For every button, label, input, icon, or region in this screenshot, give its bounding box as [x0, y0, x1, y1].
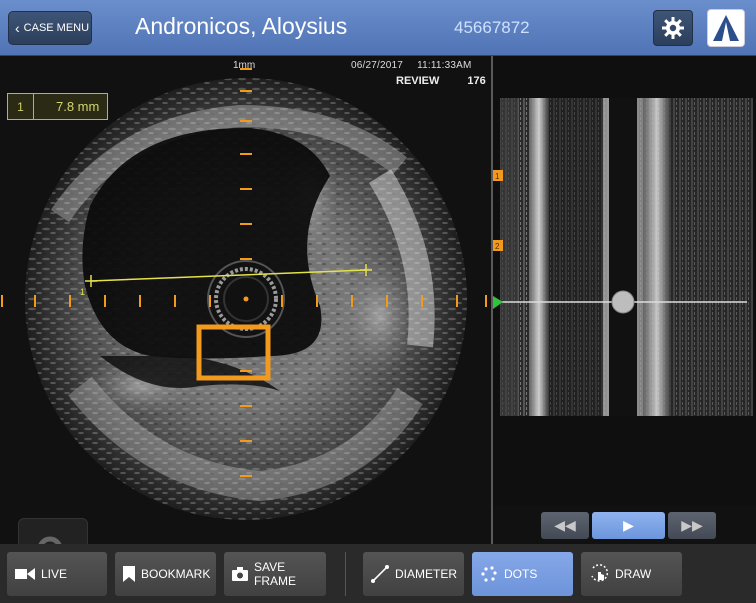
- video-camera-icon: [15, 567, 35, 581]
- case-menu-label: CASE MENU: [23, 22, 90, 34]
- bottom-toolbar: LIVE BOOKMARK SAVE FRAME DIAMETER DOTS D…: [0, 544, 756, 603]
- settings-button[interactable]: [653, 10, 693, 46]
- acquisition-date: 06/27/2017: [351, 60, 404, 71]
- bookmark-marker-1[interactable]: 1: [493, 170, 503, 181]
- chevron-left-icon: ‹: [15, 20, 20, 36]
- patient-id: 45667872: [454, 18, 530, 37]
- frame-slider-handle[interactable]: [611, 290, 635, 314]
- bookmark-button[interactable]: BOOKMARK: [114, 551, 217, 597]
- bookmark-label: BOOKMARK: [141, 567, 211, 581]
- brand-logo-icon: [713, 15, 739, 41]
- draw-button[interactable]: DRAW: [580, 551, 683, 597]
- ivus-image[interactable]: 1: [0, 56, 491, 544]
- mode-readout: REVIEW 176: [396, 75, 486, 87]
- diameter-button[interactable]: DIAMETER: [362, 551, 465, 597]
- dots-button[interactable]: DOTS: [471, 551, 574, 597]
- toolbar-separator: [345, 552, 346, 596]
- dots-label: DOTS: [504, 567, 538, 581]
- gear-icon: [662, 17, 684, 39]
- svg-text:2: 2: [495, 242, 500, 251]
- diameter-label: DIAMETER: [395, 567, 458, 581]
- playback-controls: ◀◀ ▶ ▶▶: [493, 506, 756, 544]
- draw-label: DRAW: [615, 567, 652, 581]
- longitudinal-image[interactable]: 1 2: [493, 56, 756, 506]
- scale-label: 1mm: [233, 60, 256, 71]
- diameter-line-icon: [371, 565, 389, 583]
- bookmark-icon: [123, 566, 135, 582]
- zoom-button[interactable]: [18, 518, 88, 544]
- brand-logo-button[interactable]: [707, 9, 745, 47]
- mode-label: REVIEW: [396, 75, 440, 87]
- frame-number: 176: [467, 75, 486, 87]
- ivus-cross-section-pane[interactable]: 1 1mm 06/27/2017 11:11:33AM REVIEW 176 1 7…: [0, 56, 491, 544]
- measurement-readout[interactable]: 1 7.8 mm: [7, 93, 108, 120]
- case-menu-button[interactable]: ‹ CASE MENU: [8, 11, 92, 45]
- save-frame-button[interactable]: SAVE FRAME: [223, 551, 327, 597]
- draw-hand-icon: [589, 564, 609, 584]
- diameter-endpoint-label: 1: [80, 287, 85, 297]
- acquisition-time: 11:11:33AM: [417, 60, 472, 71]
- app-header: ‹ CASE MENU Andronicos, Aloysius 4566787…: [0, 0, 756, 56]
- rewind-icon: ◀◀: [554, 517, 576, 533]
- bookmark-marker-2[interactable]: 2: [493, 240, 503, 251]
- svg-text:1: 1: [495, 172, 500, 181]
- datetime-readout: 06/27/2017 11:11:33AM: [351, 60, 472, 71]
- fast-forward-button[interactable]: ▶▶: [668, 512, 716, 539]
- play-icon: ▶: [623, 517, 634, 533]
- live-label: LIVE: [41, 567, 68, 581]
- patient-name: Andronicos, Aloysius: [135, 13, 348, 39]
- camera-icon: [232, 567, 248, 581]
- measurement-value: 7.8 mm: [56, 99, 100, 114]
- rewind-button[interactable]: ◀◀: [541, 512, 589, 539]
- measurement-index: 1: [8, 94, 34, 119]
- magnifier-icon: [38, 536, 62, 544]
- save-frame-label: SAVE FRAME: [254, 560, 296, 588]
- fast-forward-icon: ▶▶: [681, 517, 703, 533]
- play-button[interactable]: ▶: [592, 512, 665, 539]
- dots-icon: [480, 565, 498, 583]
- longitudinal-view-pane[interactable]: 1 2: [493, 56, 756, 506]
- live-button[interactable]: LIVE: [6, 551, 108, 597]
